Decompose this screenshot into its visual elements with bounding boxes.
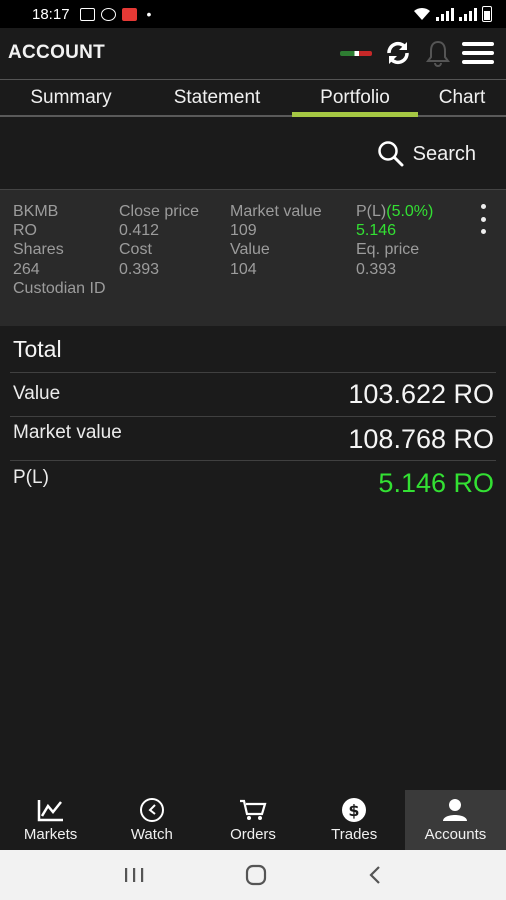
portfolio-holding-card[interactable]: BKMB RO Close price 0.412 Market value 1… (0, 189, 506, 326)
whatsapp-notification-icon (100, 7, 116, 21)
nav-accounts[interactable]: Accounts (404, 790, 506, 850)
gallery-notification-icon (79, 7, 95, 21)
cost-value: 0.393 (119, 261, 160, 278)
value-value: 104 (230, 261, 257, 278)
nav-orders-label: Orders (230, 825, 276, 843)
battery-icon (482, 6, 492, 22)
chart-icon (37, 799, 63, 821)
header-actions (340, 33, 498, 73)
total-market-value-amount: 108.768 RO (348, 424, 494, 454)
tab-statement[interactable]: Statement (142, 80, 292, 115)
value-label: Value (230, 241, 270, 258)
holding-currency: RO (13, 222, 37, 239)
total-title: Total (13, 336, 62, 362)
tab-chart[interactable]: Chart (418, 80, 506, 115)
tab-summary[interactable]: Summary (0, 80, 142, 115)
cart-icon (240, 799, 267, 820)
status-time: 18:17 (32, 5, 70, 23)
nav-watch[interactable]: Watch (101, 790, 202, 850)
search-label: Search (412, 142, 476, 165)
refresh-icon (387, 41, 409, 65)
total-row-market-value: Market value 108.768 RO (10, 416, 496, 460)
market-value-value: 109 (230, 222, 257, 239)
hamburger-menu-icon (462, 42, 494, 64)
eq-price-label: Eq. price (356, 241, 420, 258)
signal-icon (436, 7, 454, 21)
tab-portfolio[interactable]: Portfolio (292, 80, 418, 117)
system-navigation-bar (0, 850, 506, 900)
more-options-icon[interactable] (476, 204, 490, 234)
pl-value: 5.146 (356, 222, 397, 239)
flag-icon (340, 50, 372, 56)
total-value-label: Value (13, 383, 61, 404)
nav-trades-label: Trades (331, 825, 378, 843)
total-value-amount: 103.622 RO (348, 379, 494, 409)
wifi-icon (414, 7, 430, 20)
recent-apps-icon[interactable] (123, 866, 145, 884)
nav-watch-label: Watch (130, 825, 173, 843)
menu-button[interactable] (458, 33, 498, 73)
holding-symbol: BKMB (13, 203, 59, 220)
close-price-value: 0.412 (119, 222, 160, 239)
refresh-button[interactable] (378, 33, 418, 73)
nav-accounts-label: Accounts (424, 825, 487, 843)
market-value-label: Market value (230, 203, 322, 220)
pl-label-text: P(L) (356, 203, 387, 220)
shares-label: Shares (13, 241, 64, 258)
search-icon (377, 141, 404, 167)
dollar-icon: $ (342, 797, 367, 822)
cost-label: Cost (119, 241, 152, 258)
bell-icon (426, 40, 450, 67)
page-title: ACCOUNT (8, 42, 106, 63)
close-price-label: Close price (119, 203, 200, 220)
total-market-value-label: Market value (13, 422, 122, 443)
custodian-label: Custodian ID (13, 280, 106, 297)
nav-markets[interactable]: Markets (0, 790, 101, 850)
search-row: Search (0, 119, 506, 189)
back-icon[interactable] (367, 865, 383, 885)
total-row-value: Value 103.622 RO (10, 372, 496, 416)
more-notifications-dot: • (146, 6, 152, 22)
search-button[interactable]: Search (377, 140, 476, 168)
total-pl-amount: 5.146 RO (378, 468, 494, 498)
pl-label: P(L)(5.0%) (356, 202, 433, 221)
total-pl-label: P(L) (13, 467, 49, 488)
status-bar: 18:17 • (0, 0, 506, 28)
nav-orders[interactable]: Orders (202, 790, 303, 850)
user-icon (443, 798, 468, 821)
clock-icon (139, 797, 164, 822)
total-row-pl: P(L) 5.146 RO (10, 460, 496, 504)
home-icon[interactable] (245, 864, 267, 886)
svg-text:$: $ (349, 801, 360, 820)
status-right-icons (413, 6, 492, 22)
nav-markets-label: Markets (23, 825, 78, 843)
pl-percent: (5.0%) (386, 203, 434, 220)
account-tabs: Summary Statement Portfolio Chart (0, 79, 506, 117)
nav-trades[interactable]: $ Trades (304, 790, 405, 850)
bottom-navigation: Markets Watch Orders $ Trades Accounts (0, 790, 506, 850)
shares-value: 264 (13, 261, 40, 278)
eq-price-value: 0.393 (356, 261, 397, 278)
app-notification-icon (121, 7, 137, 21)
signal-2-icon (459, 7, 477, 21)
app-header: ACCOUNT (0, 28, 506, 78)
notifications-button[interactable] (418, 33, 458, 73)
